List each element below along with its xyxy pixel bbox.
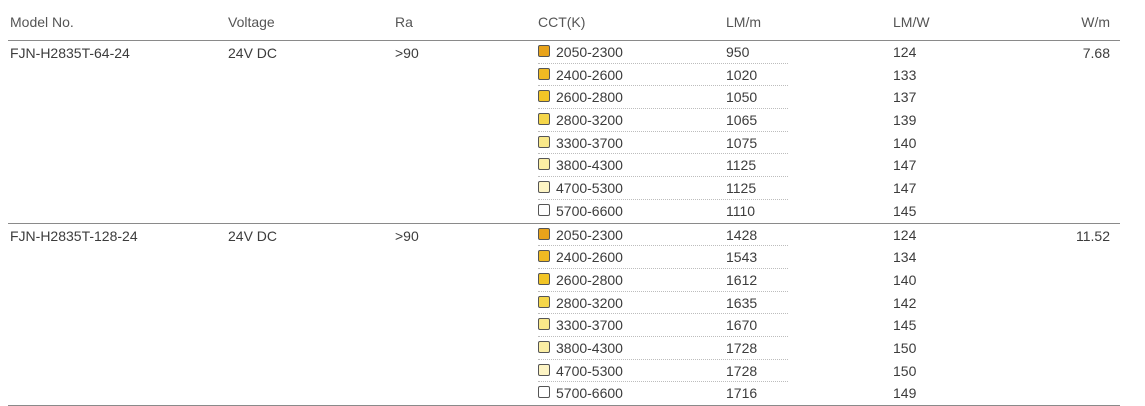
- lumens-per-meter-value: 1428: [726, 227, 757, 243]
- header-model: Model No.: [10, 14, 74, 30]
- cct-value: 2050-2300: [556, 44, 623, 60]
- lumens-per-watt-value: 137: [893, 89, 916, 105]
- table-row: 2600-2800 1612 140: [8, 269, 1120, 292]
- cct-value: 2400-2600: [556, 67, 623, 83]
- table-row: 2050-2300 1428 124: [8, 224, 1120, 247]
- color-swatch: [538, 68, 550, 80]
- lumens-per-watt-value: 140: [893, 135, 916, 151]
- cct-value: 3300-3700: [556, 317, 623, 333]
- table-row: 2800-3200 1065 139: [8, 109, 1120, 132]
- color-swatch: [538, 341, 550, 353]
- cct-value: 2800-3200: [556, 295, 623, 311]
- cct-value: 5700-6600: [556, 203, 623, 219]
- lumens-per-meter-value: 1050: [726, 89, 757, 105]
- lumens-per-watt-value: 147: [893, 157, 916, 173]
- table-row: 3300-3700 1670 145: [8, 314, 1120, 337]
- lumens-per-watt-value: 134: [893, 249, 916, 265]
- lumens-per-watt-value: 145: [893, 317, 916, 333]
- lumens-per-watt-value: 150: [893, 340, 916, 356]
- lumens-per-watt-value: 147: [893, 180, 916, 196]
- cct-value: 2600-2800: [556, 272, 623, 288]
- table-row: 2400-2600 1020 133: [8, 64, 1120, 87]
- lumens-per-meter-value: 1125: [726, 180, 756, 196]
- lumens-per-meter-value: 1612: [726, 272, 757, 288]
- cct-value: 2050-2300: [556, 227, 623, 243]
- cct-value: 3800-4300: [556, 157, 623, 173]
- cct-value: 2800-3200: [556, 112, 623, 128]
- lumens-per-meter-value: 1728: [726, 340, 757, 356]
- table-row: 2400-2600 1543 134: [8, 246, 1120, 269]
- header-voltage: Voltage: [228, 14, 275, 30]
- lumens-per-meter-value: 1020: [726, 67, 757, 83]
- color-swatch: [538, 318, 550, 330]
- cct-value: 4700-5300: [556, 180, 623, 196]
- table-row: 4700-5300 1125 147: [8, 177, 1120, 200]
- lumens-per-meter-value: 1125: [726, 157, 756, 173]
- lumens-per-watt-value: 140: [893, 272, 916, 288]
- lumens-per-meter-value: 1543: [726, 249, 757, 265]
- color-swatch: [538, 181, 550, 193]
- color-swatch: [538, 273, 550, 285]
- lumens-per-meter-value: 950: [726, 44, 749, 60]
- cct-value: 4700-5300: [556, 363, 623, 379]
- lumens-per-watt-value: 124: [893, 44, 916, 60]
- spec-table: Model No. Voltage Ra CCT(K) LM/m LM/W W/…: [8, 0, 1120, 406]
- lumens-per-meter-value: 1716: [726, 385, 757, 401]
- color-swatch: [538, 364, 550, 376]
- lumens-per-meter-value: 1635: [726, 295, 757, 311]
- lumens-per-meter-value: 1065: [726, 112, 757, 128]
- header-cct: CCT(K): [538, 14, 585, 30]
- header-lm-m: LM/m: [726, 14, 761, 30]
- table-row: 4700-5300 1728 150: [8, 360, 1120, 383]
- lumens-per-watt-value: 142: [893, 295, 916, 311]
- table-row: 5700-6600 1716 149: [8, 382, 1120, 405]
- lumens-per-meter-value: 1728: [726, 363, 757, 379]
- lumens-per-watt-value: 149: [893, 385, 916, 401]
- color-swatch: [538, 228, 550, 240]
- table-row: 5700-6600 1110 145: [8, 200, 1120, 223]
- cct-value: 2600-2800: [556, 89, 623, 105]
- cct-value: 3300-3700: [556, 135, 623, 151]
- color-swatch: [538, 90, 550, 102]
- lumens-per-watt-value: 133: [893, 67, 916, 83]
- color-swatch: [538, 45, 550, 57]
- color-swatch: [538, 158, 550, 170]
- table-row: 3800-4300 1728 150: [8, 337, 1120, 360]
- color-swatch: [538, 296, 550, 308]
- header-w-m: W/m: [1081, 14, 1110, 30]
- cct-value: 2400-2600: [556, 249, 623, 265]
- model-group: FJN-H2835T-64-2424V DC>907.682050-230095…: [8, 41, 1120, 224]
- color-swatch: [538, 386, 550, 398]
- lumens-per-meter-value: 1075: [726, 135, 757, 151]
- table-row: 3300-3700 1075 140: [8, 132, 1120, 155]
- header-lm-w: LM/W: [893, 14, 930, 30]
- model-group: FJN-H2835T-128-2424V DC>9011.522050-2300…: [8, 224, 1120, 406]
- color-swatch: [538, 204, 550, 216]
- lumens-per-meter-value: 1110: [726, 203, 755, 219]
- table-row: 2800-3200 1635 142: [8, 292, 1120, 315]
- table-header: Model No. Voltage Ra CCT(K) LM/m LM/W W/…: [8, 0, 1120, 41]
- color-swatch: [538, 136, 550, 148]
- table-row: 2600-2800 1050 137: [8, 86, 1120, 109]
- cct-value: 3800-4300: [556, 340, 623, 356]
- table-body: FJN-H2835T-64-2424V DC>907.682050-230095…: [8, 41, 1120, 406]
- lumens-per-watt-value: 145: [893, 203, 916, 219]
- lumens-per-watt-value: 124: [893, 227, 916, 243]
- lumens-per-meter-value: 1670: [726, 317, 757, 333]
- cct-value: 5700-6600: [556, 385, 623, 401]
- lumens-per-watt-value: 139: [893, 112, 916, 128]
- color-swatch: [538, 250, 550, 262]
- lumens-per-watt-value: 150: [893, 363, 916, 379]
- table-row: 2050-2300 950 124: [8, 41, 1120, 64]
- color-swatch: [538, 113, 550, 125]
- header-ra: Ra: [395, 14, 413, 30]
- table-row: 3800-4300 1125 147: [8, 154, 1120, 177]
